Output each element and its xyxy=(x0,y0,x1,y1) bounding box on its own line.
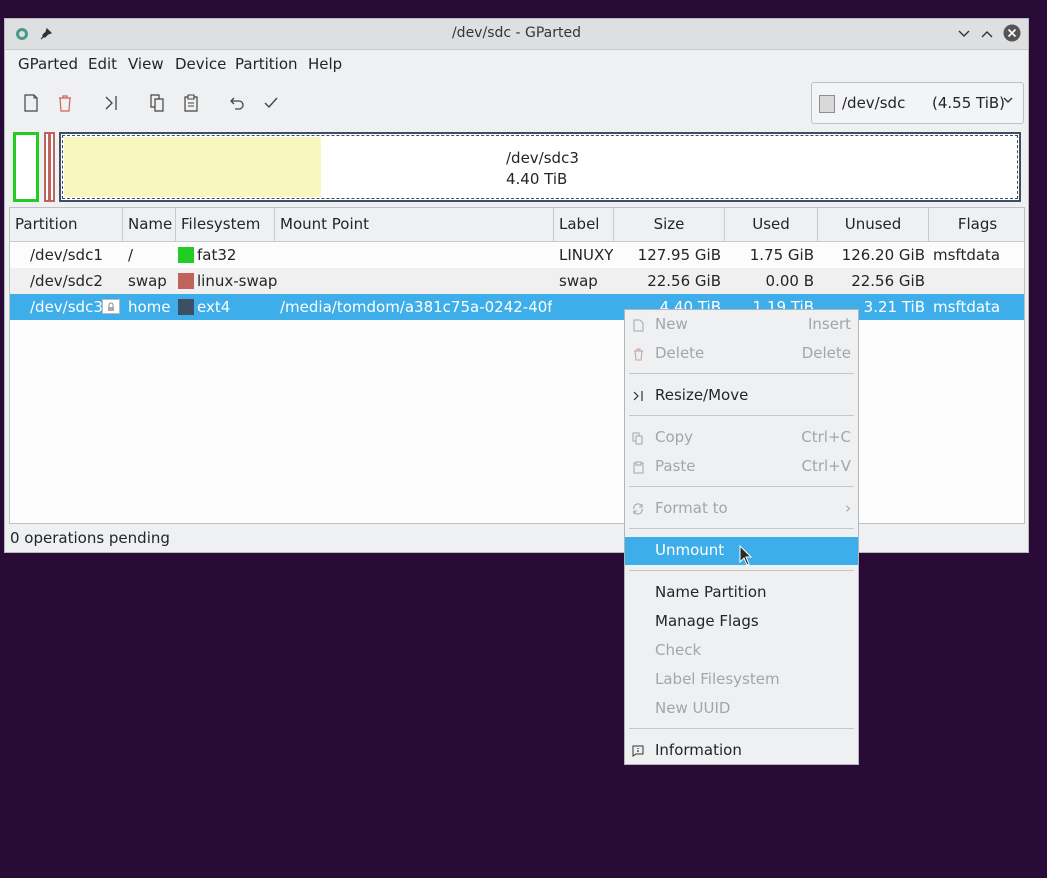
close-icon[interactable] xyxy=(1002,23,1022,43)
table-row[interactable]: /dev/sdc1 / fat32 LINUXY 127.95 GiB 1.75… xyxy=(10,242,1024,268)
menu-edit[interactable]: Edit xyxy=(88,55,117,73)
cell-filesystem: ext4 xyxy=(197,298,231,316)
cell-partition: /dev/sdc2 xyxy=(30,272,103,290)
delete-partition-icon[interactable] xyxy=(53,91,77,115)
minimize-icon[interactable] xyxy=(955,25,973,43)
apply-icon[interactable] xyxy=(259,91,283,115)
device-size: (4.55 TiB) xyxy=(932,94,1006,112)
menu-item-delete[interactable]: Delete Delete xyxy=(625,340,858,368)
paste-icon[interactable] xyxy=(179,91,203,115)
column-header-name[interactable]: Name xyxy=(123,208,176,241)
menu-device[interactable]: Device xyxy=(175,55,226,73)
diskmap-partition-sdc2[interactable] xyxy=(44,132,55,202)
cell-mount-point: /media/tomdom/a381c75a-0242-40f... xyxy=(280,298,552,316)
menu-item-label-filesystem[interactable]: Label Filesystem xyxy=(625,666,858,694)
gparted-window: /dev/sdc - GParted GParted Edit View Dev… xyxy=(4,18,1029,553)
menu-help[interactable]: Help xyxy=(308,55,342,73)
menu-bar: GParted Edit View Device Partition Help xyxy=(5,50,1028,78)
info-icon xyxy=(631,744,645,758)
menu-item-check[interactable]: Check xyxy=(625,637,858,665)
disk-map: /dev/sdc3 4.40 TiB xyxy=(13,132,1021,202)
menu-item-information[interactable]: Information xyxy=(625,737,858,765)
cell-used: 1.75 GiB xyxy=(749,246,814,264)
trash-icon xyxy=(631,347,645,361)
fs-color-swatch xyxy=(178,247,194,263)
cell-flags: msftdata xyxy=(933,246,1001,264)
maximize-icon[interactable] xyxy=(978,25,996,43)
cell-size: 22.56 GiB xyxy=(647,272,721,290)
menu-item-resize-move[interactable]: Resize/Move xyxy=(625,382,858,410)
menu-item-manage-flags[interactable]: Manage Flags xyxy=(625,608,858,636)
table-header: Partition Name Filesystem Mount Point La… xyxy=(10,208,1024,242)
cell-name: / xyxy=(128,246,134,264)
harddisk-icon xyxy=(819,95,835,113)
format-icon xyxy=(631,502,645,516)
status-bar: 0 operations pending xyxy=(10,529,170,547)
column-header-unused[interactable]: Unused xyxy=(818,208,929,241)
diskmap-used-fill xyxy=(64,137,321,197)
cell-label: LINUXY xyxy=(559,246,614,264)
menu-item-paste[interactable]: Paste Ctrl+V xyxy=(625,453,858,481)
diskmap-partition-sdc1[interactable] xyxy=(13,132,39,202)
table-row[interactable]: /dev/sdc2 swap linux-swap swap 22.56 GiB… xyxy=(10,268,1024,294)
new-partition-icon[interactable] xyxy=(19,91,43,115)
partition-table: Partition Name Filesystem Mount Point La… xyxy=(9,207,1025,524)
lock-icon xyxy=(102,299,120,314)
menu-item-format-to[interactable]: Format to › xyxy=(625,495,858,523)
column-header-used[interactable]: Used xyxy=(725,208,818,241)
fs-color-swatch xyxy=(178,299,194,315)
cell-partition: /dev/sdc3 xyxy=(30,298,103,316)
table-row-selected[interactable]: /dev/sdc3 home ext4 /media/tomdom/a381c7… xyxy=(10,294,1024,320)
mouse-cursor-icon xyxy=(739,544,753,571)
column-header-label[interactable]: Label xyxy=(554,208,614,241)
column-header-size[interactable]: Size xyxy=(614,208,725,241)
cell-flags: msftdata xyxy=(933,298,1001,316)
diskmap-selected-name: /dev/sdc3 xyxy=(506,149,579,167)
column-header-flags[interactable]: Flags xyxy=(929,208,1024,241)
cell-used: 0.00 B xyxy=(765,272,814,290)
chevron-down-icon xyxy=(1002,94,1014,110)
copy-icon[interactable] xyxy=(145,91,169,115)
cell-name: swap xyxy=(128,272,167,290)
copy-icon xyxy=(631,431,645,445)
submenu-arrow-icon: › xyxy=(845,499,851,517)
fs-color-swatch xyxy=(178,273,194,289)
partition-context-menu: New Insert Delete Delete Resize/Move Cop… xyxy=(624,309,859,765)
diskmap-partition-sdc3[interactable]: /dev/sdc3 4.40 TiB xyxy=(59,132,1021,202)
menu-partition[interactable]: Partition xyxy=(235,55,298,73)
cell-filesystem: fat32 xyxy=(197,246,237,264)
cell-name: home xyxy=(128,298,171,316)
menu-item-new-uuid[interactable]: New UUID xyxy=(625,695,858,723)
column-header-mount-point[interactable]: Mount Point xyxy=(275,208,554,241)
menu-item-name-partition[interactable]: Name Partition xyxy=(625,579,858,607)
paste-icon xyxy=(631,460,645,474)
cell-filesystem: linux-swap xyxy=(197,272,278,290)
column-header-partition[interactable]: Partition xyxy=(10,208,123,241)
cell-size: 127.95 GiB xyxy=(637,246,721,264)
cell-label: swap xyxy=(559,272,598,290)
column-header-filesystem[interactable]: Filesystem xyxy=(176,208,275,241)
menu-item-new[interactable]: New Insert xyxy=(625,311,858,339)
resize-move-icon xyxy=(631,389,645,403)
menu-gparted[interactable]: GParted xyxy=(18,55,78,73)
cell-partition: /dev/sdc1 xyxy=(30,246,103,264)
device-selector[interactable]: /dev/sdc (4.55 TiB) xyxy=(811,82,1024,124)
window-title: /dev/sdc - GParted xyxy=(451,25,582,41)
resize-move-icon[interactable] xyxy=(99,91,123,115)
cell-unused: 126.20 GiB xyxy=(841,246,925,264)
diskmap-selected-size: 4.40 TiB xyxy=(506,170,568,188)
menu-view[interactable]: View xyxy=(128,55,164,73)
undo-icon[interactable] xyxy=(225,91,249,115)
cell-unused: 22.56 GiB xyxy=(851,272,925,290)
title-bar[interactable]: /dev/sdc - GParted xyxy=(5,19,1028,50)
menu-item-copy[interactable]: Copy Ctrl+C xyxy=(625,424,858,452)
new-icon xyxy=(631,318,645,332)
device-name: /dev/sdc xyxy=(842,94,906,112)
